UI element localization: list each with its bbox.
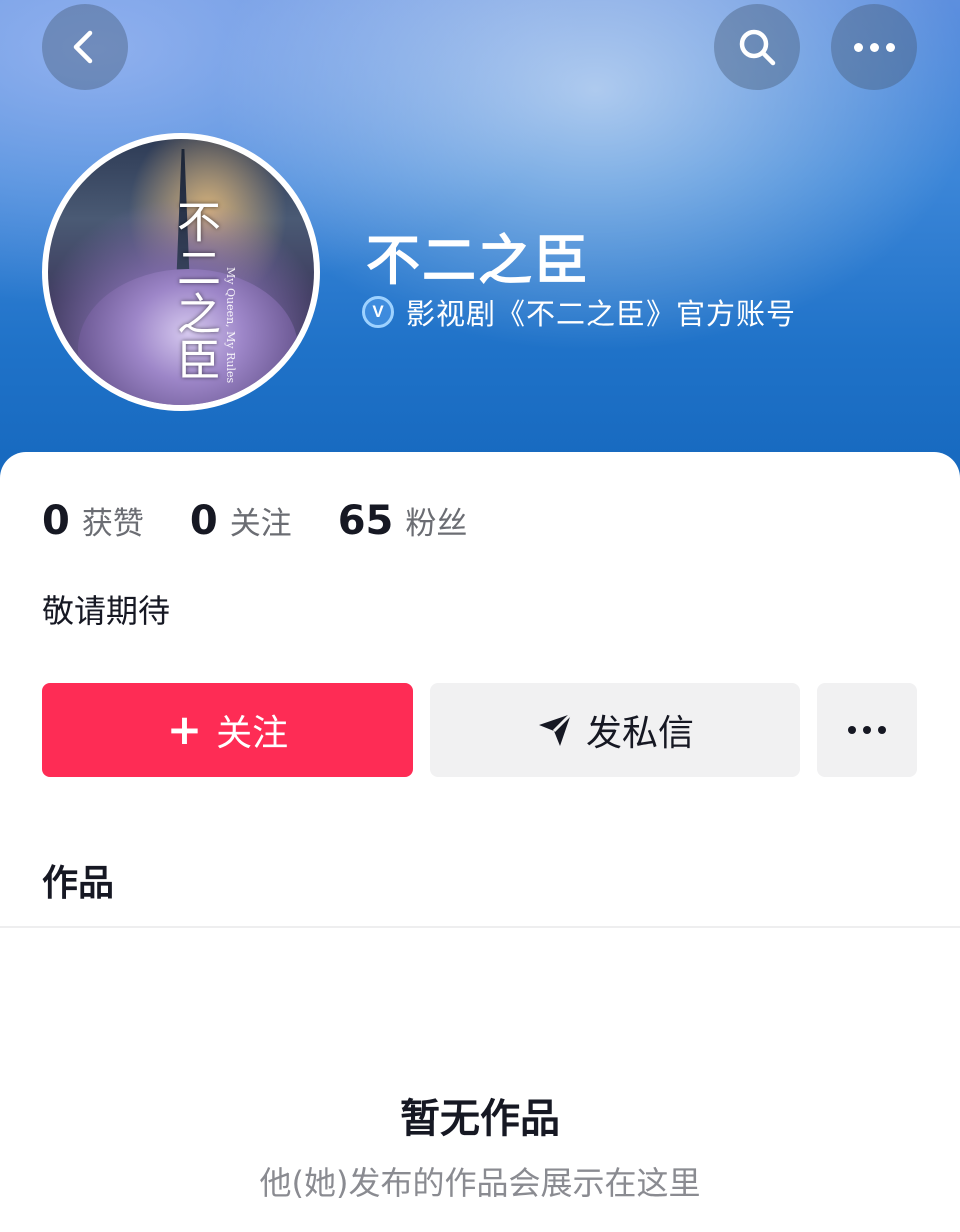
send-message-button[interactable]: 发私信 <box>430 683 800 777</box>
verification-text: 影视剧《不二之臣》官方账号 <box>406 297 797 331</box>
stat-likes-count: 0 <box>42 498 70 544</box>
avatar-poster-title: 不二之臣 <box>169 199 220 383</box>
stat-followers-count: 65 <box>337 498 394 544</box>
chevron-left-icon <box>73 30 93 64</box>
empty-state-subtitle: 他(她)发布的作品会展示在这里 <box>259 1164 701 1202</box>
tab-works[interactable]: 作品 <box>42 854 114 906</box>
profile-bio: 敬请期待 <box>42 592 171 630</box>
divider <box>0 926 960 928</box>
more-horizontal-icon <box>848 726 886 734</box>
more-actions-button[interactable] <box>817 683 917 777</box>
stat-following-count: 0 <box>189 498 218 544</box>
profile-stats: 0 获赞 0 关注 65 粉丝 <box>42 498 513 548</box>
verified-badge-icon: V <box>362 296 394 328</box>
stat-following[interactable]: 0 关注 <box>190 498 292 544</box>
search-button[interactable] <box>714 4 800 90</box>
profile-name: 不二之臣 <box>366 229 590 292</box>
follow-button-label: 关注 <box>216 713 289 754</box>
stat-likes-label: 获赞 <box>81 506 144 542</box>
plus-icon: + <box>166 705 203 754</box>
avatar[interactable]: 不二之臣 My Queen, My Rules <box>42 133 320 411</box>
verification-row[interactable]: V 影视剧《不二之臣》官方账号 <box>362 294 797 331</box>
follow-button[interactable]: + 关注 <box>42 683 413 777</box>
more-options-button[interactable] <box>831 4 917 90</box>
more-horizontal-icon <box>853 42 895 52</box>
send-icon <box>538 712 573 746</box>
stat-following-label: 关注 <box>229 506 292 542</box>
empty-state-title: 暂无作品 <box>400 1096 560 1142</box>
back-button[interactable] <box>42 4 128 90</box>
stat-followers[interactable]: 65 粉丝 <box>338 498 468 544</box>
search-icon <box>739 29 776 66</box>
stat-followers-label: 粉丝 <box>405 506 468 542</box>
stat-likes[interactable]: 0 获赞 <box>42 498 144 544</box>
send-message-label: 发私信 <box>585 713 694 754</box>
avatar-poster-subtitle: My Queen, My Rules <box>224 267 237 384</box>
